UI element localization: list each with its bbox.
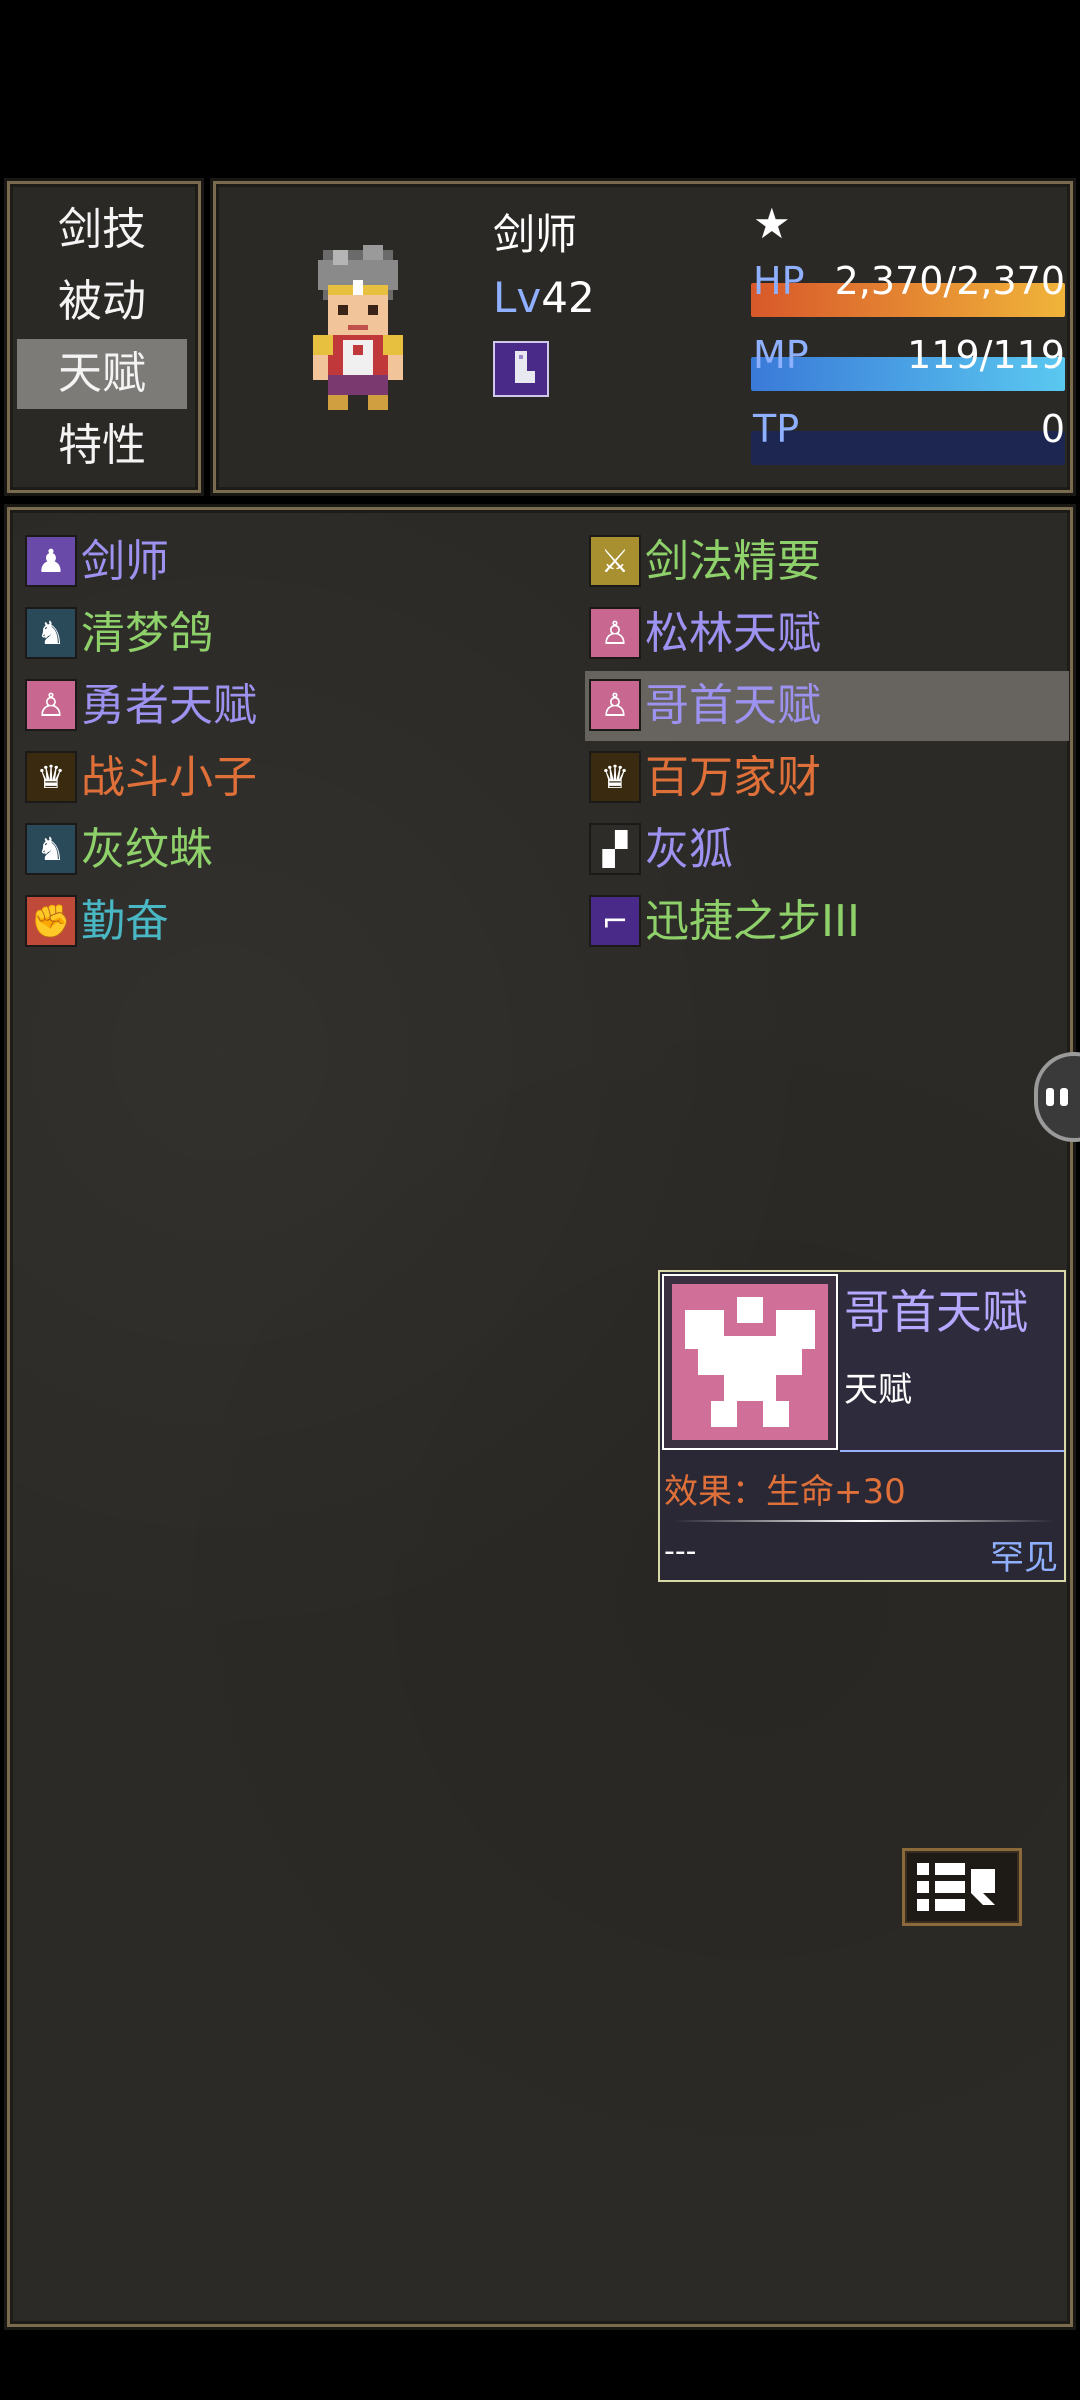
menu-item-passive[interactable]: 被动 [17, 267, 187, 337]
level-prefix: Lv [493, 273, 542, 322]
talent-item-label: 灰纹蛛 [81, 824, 213, 875]
detail-effect-label: 效果： [664, 1472, 766, 1512]
level-value: 42 [541, 273, 595, 322]
talent-item[interactable]: ♙ 勇者天赋 [21, 671, 561, 741]
talent-item[interactable]: ♞ 灰纹蛛 [21, 815, 561, 885]
command-window: 剑技 被动 天赋 特性 [4, 178, 204, 496]
sort-button[interactable] [902, 1848, 1022, 1926]
talent-item[interactable]: ▞ 灰狐 [585, 815, 1069, 885]
detail-effect: 效果：生命+30 [664, 1464, 906, 1513]
talent-item-label: 迅捷之步III [645, 896, 860, 947]
crown-icon: ♛ [589, 751, 641, 803]
talent-item[interactable]: ♛ 百万家财 [585, 743, 1069, 813]
tp-label: TP [753, 407, 800, 451]
sort-icon [917, 1863, 995, 1911]
hp-value: 2,370/2,370 [834, 259, 1065, 303]
talent-item[interactable]: ♛ 战斗小子 [21, 743, 561, 813]
talent-item-label: 松林天赋 [645, 608, 821, 659]
hp-label: HP [753, 259, 805, 303]
talent-item-label: 哥首天赋 [645, 680, 821, 731]
boot-icon [493, 341, 549, 397]
menu-item-sword-skills[interactable]: 剑技 [17, 195, 187, 265]
dot-icon [1046, 1088, 1054, 1106]
mp-label: MP [753, 333, 809, 377]
talent-item-label: 清梦鸽 [81, 608, 213, 659]
talent-item-label: 灰狐 [645, 824, 733, 875]
detail-divider [674, 1520, 1054, 1522]
muscle-icon: ♙ [25, 679, 77, 731]
boot-icon: ⌐ [589, 895, 641, 947]
hooded-figure-icon: ♟ [25, 535, 77, 587]
crown-icon: ♛ [25, 751, 77, 803]
detail-footer-left: --- [664, 1534, 697, 1569]
detail-type: 天赋 [844, 1370, 912, 1410]
talent-item[interactable]: ✊ 勤奋 [21, 887, 561, 957]
horse-head-icon: ♞ [25, 823, 77, 875]
detail-effect-value: 生命+30 [766, 1472, 906, 1512]
menu-item-talent[interactable]: 天赋 [17, 339, 187, 409]
sword-book-icon: ⚔ [589, 535, 641, 587]
talent-item[interactable]: ⚔ 剑法精要 [585, 527, 1069, 597]
talent-item[interactable]: ⌐ 迅捷之步III [585, 887, 1069, 957]
mp-value: 119/119 [907, 333, 1065, 377]
dot-icon-2 [1060, 1088, 1068, 1106]
horse-head-icon: ♞ [25, 607, 77, 659]
detail-icon-frame [662, 1274, 838, 1450]
wolf-icon: ▞ [589, 823, 641, 875]
star-rating: ★ [753, 199, 791, 248]
detail-rarity: 罕见 [990, 1538, 1058, 1578]
menu-item-traits[interactable]: 特性 [17, 411, 187, 481]
muscle-icon [672, 1284, 828, 1440]
talent-item-label: 剑师 [81, 536, 169, 587]
talent-item-label: 百万家财 [645, 752, 821, 803]
talent-detail-panel: 哥首天赋 天赋 效果：生命+30 --- 罕见 [658, 1270, 1066, 1582]
talent-item[interactable]: ♞ 清梦鸽 [21, 599, 561, 669]
muscle-icon: ♙ [589, 679, 641, 731]
flexing-arm-icon: ✊ [25, 895, 77, 947]
tp-value: 0 [1040, 407, 1065, 451]
talent-item-label: 剑法精要 [645, 536, 821, 587]
talent-item-label: 勇者天赋 [81, 680, 257, 731]
talent-item-label: 战斗小子 [81, 752, 257, 803]
talent-item[interactable]: ♟ 剑师 [21, 527, 561, 597]
class-name: 剑师 [493, 210, 578, 259]
character-sprite [313, 245, 403, 410]
detail-title: 哥首天赋 [844, 1285, 1028, 1339]
talent-item[interactable]: ♙ 松林天赋 [585, 599, 1069, 669]
muscle-icon: ♙ [589, 607, 641, 659]
level-display: Lv42 [493, 273, 595, 322]
talent-item[interactable]: ♙ 哥首天赋 [585, 671, 1069, 741]
talent-item-label: 勤奋 [81, 896, 169, 947]
status-window: 剑师 ★ Lv42 HP 2,370/2,370 MP 119/119 TP 0 [210, 178, 1076, 496]
